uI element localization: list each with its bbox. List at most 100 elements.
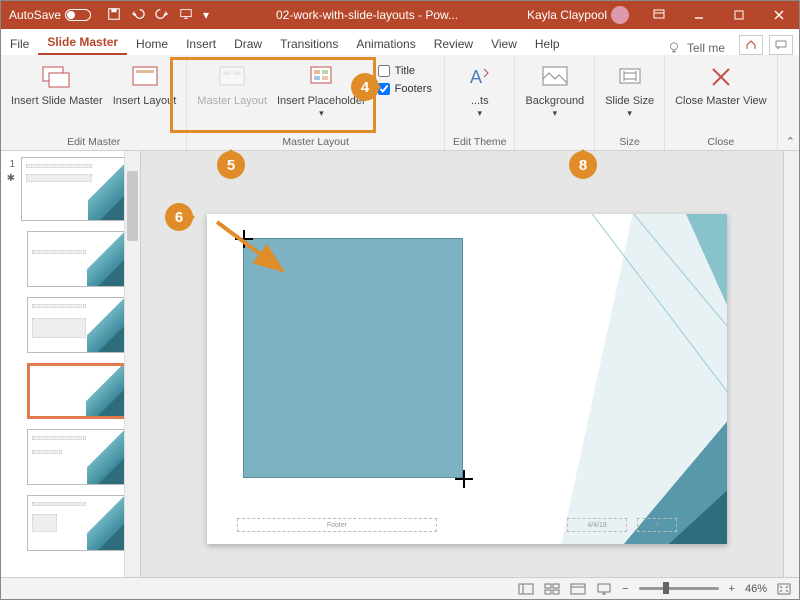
zoom-in-button[interactable]: + [729, 583, 735, 595]
btn-label: Background [525, 95, 584, 107]
drag-arrow-icon [211, 216, 301, 286]
titlebar: AutoSave ▾ 02-work-with-slide-layouts - … [1, 1, 799, 29]
group-close: Close Master View Close [665, 55, 778, 150]
placeholder-icon [305, 61, 337, 93]
insert-layout-button[interactable]: Insert Layout [111, 59, 179, 109]
tab-view[interactable]: View [482, 32, 526, 55]
btn-label: Close Master View [675, 95, 767, 107]
placeholder-checkboxes: Title Footers [374, 59, 436, 101]
svg-text:A: A [470, 67, 482, 87]
close-master-view-button[interactable]: Close Master View [673, 59, 769, 109]
zoom-slider[interactable] [639, 587, 719, 590]
tab-animations[interactable]: Animations [347, 32, 424, 55]
callout-5: 5 [217, 151, 245, 179]
fonts-icon: A [464, 61, 496, 93]
layout-thumbnail-selected[interactable] [27, 363, 124, 419]
zoom-level[interactable]: 46% [745, 583, 767, 595]
comments-button[interactable] [769, 35, 793, 55]
tab-insert[interactable]: Insert [177, 32, 225, 55]
slide-master-icon [41, 61, 73, 93]
btn-label: ...ts [471, 95, 489, 107]
animation-star-icon: ✱ [1, 173, 15, 187]
slideshow-view-icon[interactable] [596, 583, 612, 595]
ribbon: Insert Slide Master Insert Layout Edit M… [1, 55, 799, 151]
btn-label: Master Layout [197, 95, 267, 107]
tab-draw[interactable]: Draw [225, 32, 271, 55]
canvas-scrollbar[interactable] [783, 151, 799, 577]
dropdown-caret-icon: ▾ [319, 109, 324, 119]
btn-label: Insert Slide Master [11, 95, 103, 107]
layout-icon [129, 61, 161, 93]
status-bar: − + 46% [1, 577, 799, 599]
group-label: Size [619, 134, 639, 148]
fonts-button[interactable]: A ...ts ▾ [462, 59, 498, 121]
user-account[interactable]: Kayla Claypool [517, 6, 639, 24]
theme-graphic [517, 214, 727, 544]
ribbon-tabs: File Slide Master Home Insert Draw Trans… [1, 29, 799, 55]
redo-icon[interactable] [155, 7, 169, 24]
chk-label: Footers [395, 83, 432, 95]
tab-file[interactable]: File [1, 32, 38, 55]
chk-label: Title [395, 65, 415, 77]
group-edit-theme: A ...ts ▾ Edit Theme [445, 55, 516, 150]
ribbon-options-icon[interactable] [639, 1, 679, 29]
qat-dropdown-icon[interactable]: ▾ [203, 8, 209, 22]
btn-label: Insert Placeholder [277, 95, 366, 107]
collapse-ribbon-icon[interactable]: ⌃ [786, 135, 795, 148]
layout-thumbnail[interactable] [27, 495, 124, 551]
insert-slide-master-button[interactable]: Insert Slide Master [9, 59, 105, 109]
start-slideshow-icon[interactable] [179, 7, 193, 24]
btn-label: Insert Layout [113, 95, 177, 107]
footer-placeholder[interactable]: Footer [237, 518, 437, 532]
tab-review[interactable]: Review [425, 32, 482, 55]
work-area: 1 ✱ [1, 151, 799, 577]
close-icon [705, 61, 737, 93]
tell-me-label: Tell me [687, 41, 725, 55]
slide-size-button[interactable]: Slide Size ▾ [603, 59, 656, 121]
close-button[interactable] [759, 1, 799, 29]
callout-4: 4 [351, 73, 379, 101]
background-icon [539, 61, 571, 93]
layout-thumbnail[interactable] [27, 297, 124, 353]
background-button[interactable]: Background ▾ [523, 59, 586, 121]
user-name: Kayla Claypool [527, 8, 607, 22]
callout-8: 8 [569, 151, 597, 179]
tell-me[interactable]: Tell me [667, 41, 733, 55]
minimize-button[interactable] [679, 1, 719, 29]
crosshair-cursor-icon [455, 470, 473, 488]
tab-home[interactable]: Home [127, 32, 177, 55]
tab-slide-master[interactable]: Slide Master [38, 30, 127, 55]
title-checkbox[interactable]: Title [378, 65, 432, 77]
group-size: Slide Size ▾ Size [595, 55, 665, 150]
maximize-button[interactable] [719, 1, 759, 29]
slide-number: 1 [1, 159, 15, 173]
slide-canvas[interactable]: Footer 4/4/18 # [141, 151, 783, 577]
sorter-view-icon[interactable] [544, 583, 560, 595]
autosave-toggle[interactable]: AutoSave [1, 8, 99, 22]
zoom-out-button[interactable]: − [622, 583, 628, 595]
share-button[interactable] [739, 35, 763, 55]
tab-help[interactable]: Help [526, 32, 569, 55]
master-thumbnail[interactable] [21, 157, 124, 221]
toggle-off-icon [65, 9, 91, 21]
tab-transitions[interactable]: Transitions [271, 32, 347, 55]
window-title: 02-work-with-slide-layouts - Pow... [217, 8, 517, 22]
normal-view-icon[interactable] [518, 583, 534, 595]
layout-thumbnail[interactable] [27, 231, 124, 287]
thumbnail-scrollbar[interactable] [124, 151, 140, 577]
save-icon[interactable] [107, 7, 121, 24]
master-layout-button: Master Layout [195, 59, 269, 109]
master-layout-icon [216, 61, 248, 93]
avatar-icon [611, 6, 629, 24]
undo-icon[interactable] [131, 7, 145, 24]
quick-access-toolbar: ▾ [99, 7, 217, 24]
group-background: Background ▾ [515, 55, 595, 150]
reading-view-icon[interactable] [570, 583, 586, 595]
group-label: Edit Master [67, 134, 120, 148]
date-placeholder[interactable]: 4/4/18 [567, 518, 627, 532]
slide-number-placeholder[interactable]: # [637, 518, 677, 532]
layout-thumbnail[interactable] [27, 429, 124, 485]
group-master-layout: Master Layout Insert Placeholder ▾ Title… [187, 55, 445, 150]
fit-window-icon[interactable] [777, 583, 791, 595]
group-label: Edit Theme [453, 134, 507, 148]
